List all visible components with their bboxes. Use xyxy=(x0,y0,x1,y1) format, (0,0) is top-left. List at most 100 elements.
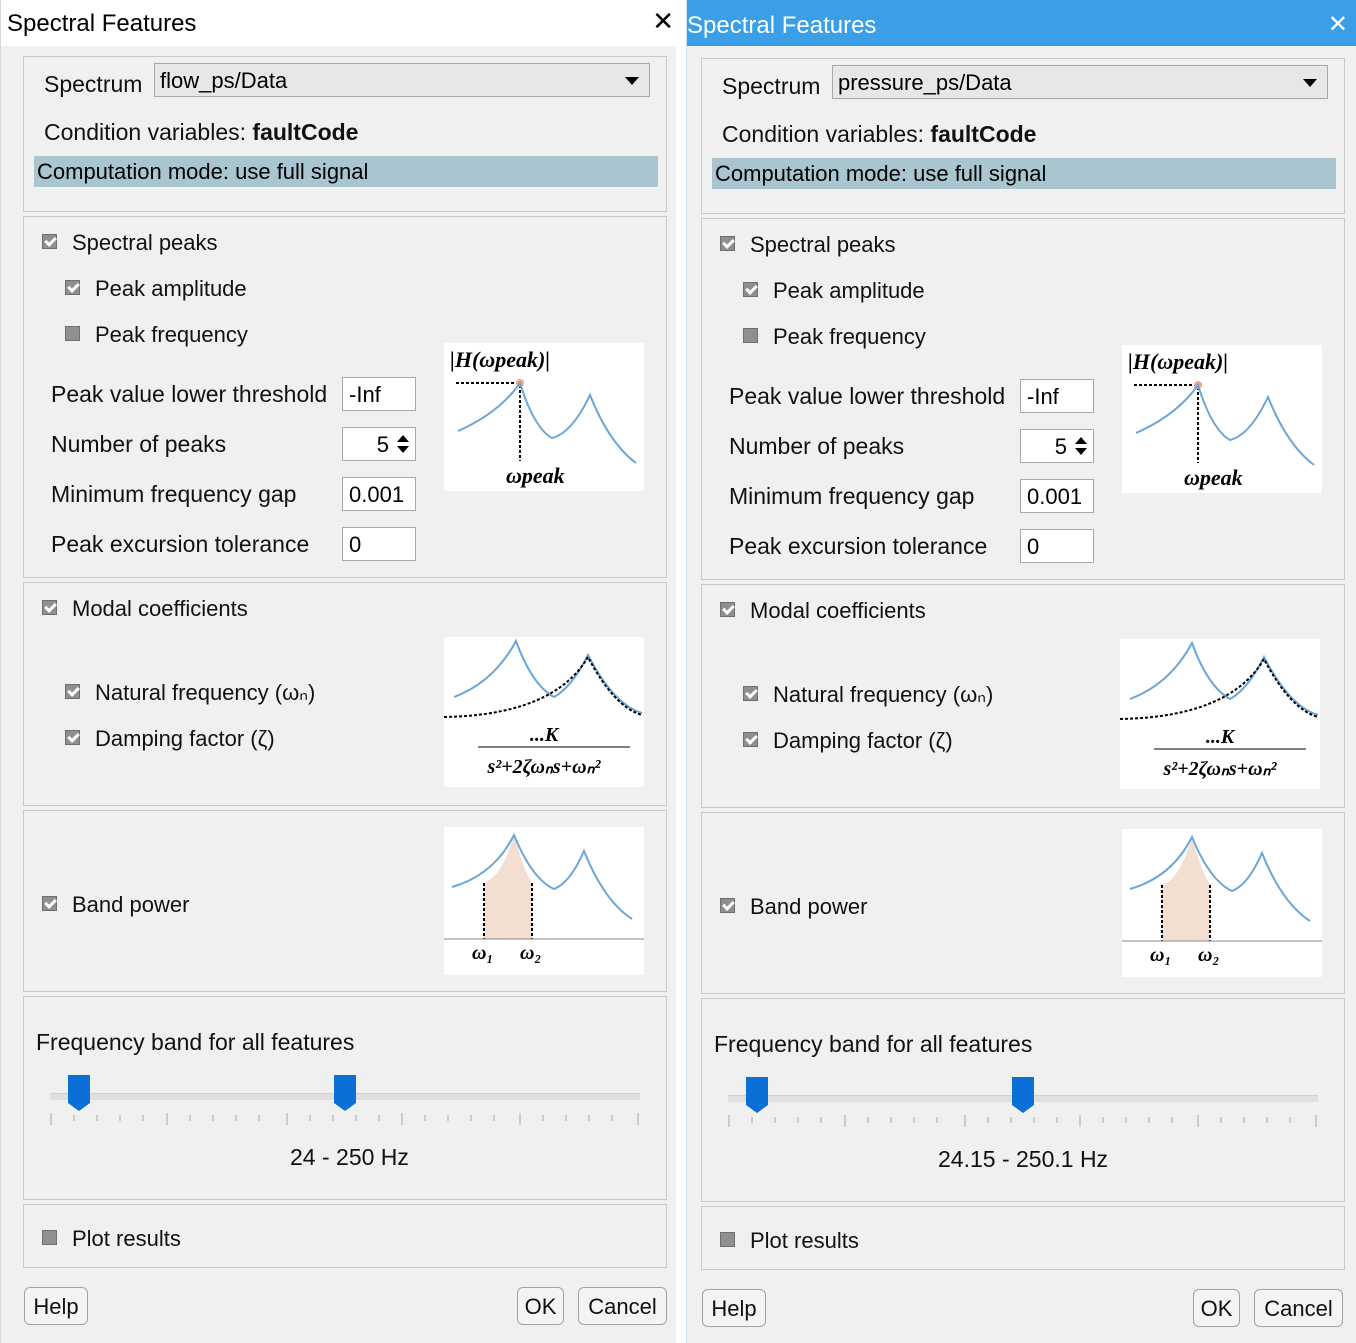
threshold-label: Peak value lower threshold xyxy=(729,383,1006,409)
natural-frequency-checkbox[interactable] xyxy=(743,686,758,701)
peak-amplitude-checkbox[interactable] xyxy=(743,282,758,297)
modal-numerator: ...K xyxy=(530,724,560,746)
num-peaks-label: Number of peaks xyxy=(729,433,905,459)
spectral-peaks-label: Spectral peaks xyxy=(72,230,218,255)
band-w2-label: ω₂ xyxy=(1198,944,1219,966)
band-power-illustration: ω₁ ω₂ xyxy=(444,827,644,975)
spectral-peaks-checkbox[interactable] xyxy=(720,236,735,251)
peak-illustration: |H(ωpeak)| ωpeak xyxy=(444,343,644,491)
threshold-label: Peak value lower threshold xyxy=(51,381,328,407)
modal-coefficients-panel: Modal coefficients Natural frequency (ωₙ… xyxy=(23,582,667,806)
computation-mode-bar: Computation mode: use full signal xyxy=(34,156,658,187)
excursion-input[interactable]: 0 xyxy=(1020,529,1094,563)
min-gap-value: 0.001 xyxy=(349,482,405,507)
help-button-label: Help xyxy=(33,1294,79,1319)
plot-results-label: Plot results xyxy=(750,1228,859,1253)
spectral-features-dialog: Spectral Features ✕ Spectrum flow_ps/Dat… xyxy=(0,0,676,1343)
title-bar[interactable]: Spectral Features ✕ xyxy=(687,0,1356,46)
spectrum-panel: Spectrum pressure_ps/Data Condition vari… xyxy=(701,58,1345,214)
threshold-input[interactable]: -Inf xyxy=(1020,379,1094,413)
title-bar[interactable]: Spectral Features ✕ xyxy=(1,0,676,46)
cancel-button-label: Cancel xyxy=(588,1294,657,1319)
band-w2-label: ω₂ xyxy=(520,942,541,964)
ok-button[interactable]: OK xyxy=(517,1287,564,1325)
computation-mode-text: Computation mode: use full signal xyxy=(37,159,369,184)
excursion-label: Peak excursion tolerance xyxy=(51,531,310,557)
chevron-down-icon xyxy=(1303,79,1317,87)
threshold-input[interactable]: -Inf xyxy=(342,377,416,411)
band-power-panel: Band power ω₁ ω₂ xyxy=(23,810,667,992)
ok-button-label: OK xyxy=(1200,1296,1233,1321)
slider-low-thumb[interactable] xyxy=(746,1077,768,1113)
modal-numerator: ...K xyxy=(1206,726,1236,748)
condition-value: faultCode xyxy=(930,121,1037,147)
peak-amplitude-axis-label: |H(ωpeak)| xyxy=(450,347,550,372)
peak-frequency-checkbox[interactable] xyxy=(743,328,758,343)
min-gap-input[interactable]: 0.001 xyxy=(1020,479,1094,513)
excursion-value: 0 xyxy=(349,532,362,557)
slider-high-thumb[interactable] xyxy=(334,1075,356,1111)
help-button[interactable]: Help xyxy=(702,1289,766,1327)
natural-frequency-label: Natural frequency (ωₙ) xyxy=(773,682,994,707)
spin-down-icon[interactable] xyxy=(1075,448,1087,455)
threshold-value: -Inf xyxy=(1027,384,1059,409)
peak-amplitude-checkbox[interactable] xyxy=(65,280,80,295)
peak-amplitude-label: Peak amplitude xyxy=(773,278,925,303)
slider-low-thumb[interactable] xyxy=(68,1075,90,1111)
band-power-panel: Band power ω₁ ω₂ xyxy=(701,812,1345,994)
spin-up-icon[interactable] xyxy=(397,435,409,442)
spectrum-dropdown[interactable]: flow_ps/Data xyxy=(154,63,650,97)
plot-results-label: Plot results xyxy=(72,1226,181,1251)
close-icon[interactable]: ✕ xyxy=(652,6,674,37)
close-icon[interactable]: ✕ xyxy=(1328,10,1348,39)
damping-factor-label: Damping factor (ζ) xyxy=(95,726,275,751)
peak-omega-label: ωpeak xyxy=(506,463,565,488)
peak-omega-label: ωpeak xyxy=(1184,465,1243,490)
damping-factor-checkbox[interactable] xyxy=(65,730,80,745)
excursion-label: Peak excursion tolerance xyxy=(729,533,988,559)
condition-label: Condition variables: xyxy=(44,119,247,145)
plot-results-panel: Plot results xyxy=(701,1206,1345,1270)
spectrum-value: pressure_ps/Data xyxy=(838,70,1012,95)
slider-high-thumb[interactable] xyxy=(1012,1077,1034,1113)
excursion-input[interactable]: 0 xyxy=(342,527,416,561)
cancel-button[interactable]: Cancel xyxy=(578,1287,667,1325)
num-peaks-stepper[interactable]: 5 xyxy=(342,427,416,461)
computation-mode-bar: Computation mode: use full signal xyxy=(712,158,1336,189)
condition-variables: Condition variables: faultCode xyxy=(722,121,1036,148)
spectral-peaks-label: Spectral peaks xyxy=(750,232,896,257)
frequency-band-label: Frequency band for all features xyxy=(714,1031,1033,1057)
band-w1-label: ω₁ xyxy=(1150,944,1171,966)
cancel-button[interactable]: Cancel xyxy=(1254,1289,1343,1327)
min-gap-input[interactable]: 0.001 xyxy=(342,477,416,511)
damping-factor-checkbox[interactable] xyxy=(743,732,758,747)
num-peaks-stepper[interactable]: 5 xyxy=(1020,429,1094,463)
spin-down-icon[interactable] xyxy=(397,446,409,453)
min-gap-value: 0.001 xyxy=(1027,484,1083,509)
min-gap-label: Minimum frequency gap xyxy=(51,481,297,507)
num-peaks-label: Number of peaks xyxy=(51,431,227,457)
modal-denominator: s²+2ζωₙs+ωₙ² xyxy=(486,756,601,778)
modal-coefficients-checkbox[interactable] xyxy=(720,602,735,617)
spectrum-dropdown[interactable]: pressure_ps/Data xyxy=(832,65,1328,99)
peak-frequency-checkbox[interactable] xyxy=(65,326,80,341)
ok-button[interactable]: OK xyxy=(1193,1289,1240,1327)
modal-denominator: s²+2ζωₙs+ωₙ² xyxy=(1162,758,1277,780)
frequency-band-panel: Frequency band for all features 24 - 250… xyxy=(23,996,667,1200)
band-power-checkbox[interactable] xyxy=(42,896,57,911)
plot-results-checkbox[interactable] xyxy=(720,1232,735,1247)
help-button[interactable]: Help xyxy=(24,1287,88,1325)
plot-results-panel: Plot results xyxy=(23,1204,667,1268)
frequency-band-label: Frequency band for all features xyxy=(36,1029,355,1055)
modal-coefficients-panel: Modal coefficients Natural frequency (ωₙ… xyxy=(701,584,1345,808)
natural-frequency-checkbox[interactable] xyxy=(65,684,80,699)
band-w1-label: ω₁ xyxy=(472,942,493,964)
spectral-peaks-checkbox[interactable] xyxy=(42,234,57,249)
band-power-label: Band power xyxy=(750,894,868,919)
modal-coefficients-checkbox[interactable] xyxy=(42,600,57,615)
spin-up-icon[interactable] xyxy=(1075,437,1087,444)
band-power-checkbox[interactable] xyxy=(720,898,735,913)
plot-results-checkbox[interactable] xyxy=(42,1230,57,1245)
spectrum-panel: Spectrum flow_ps/Data Condition variable… xyxy=(23,56,667,212)
peak-amplitude-axis-label: |H(ωpeak)| xyxy=(1128,349,1228,374)
